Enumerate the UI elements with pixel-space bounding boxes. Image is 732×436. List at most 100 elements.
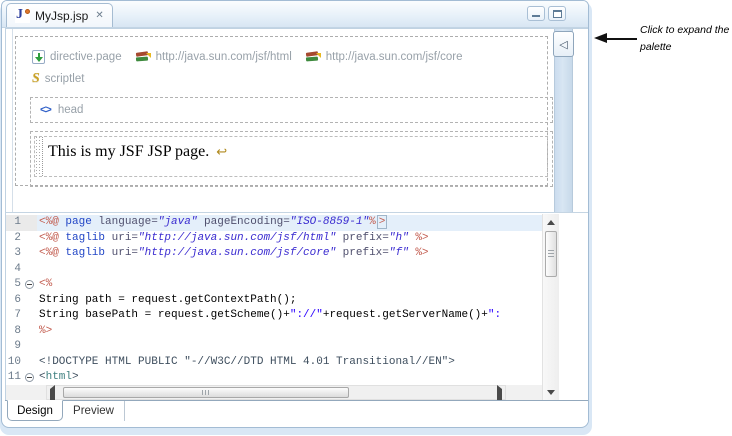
design-item-label: directive.page <box>50 51 122 63</box>
code-text[interactable]: <% <box>37 277 542 293</box>
close-icon[interactable]: ✕ <box>95 11 103 21</box>
fold-margin <box>21 339 37 355</box>
margin-indicator <box>35 137 43 176</box>
code-line[interactable]: 9 <box>6 339 542 355</box>
line-break-icon: ↩ <box>216 145 227 160</box>
line-gutter[interactable]: 8 <box>6 324 37 340</box>
code-line[interactable]: 1<%@ page language="java" pageEncoding="… <box>6 215 542 231</box>
scroll-up-button[interactable] <box>543 216 559 228</box>
line-number: 8 <box>6 324 21 340</box>
code-text[interactable] <box>37 262 542 278</box>
source-pane: 1<%@ page language="java" pageEncoding="… <box>6 214 588 401</box>
scroll-down-button[interactable] <box>543 386 559 398</box>
code-text[interactable]: <%@ page language="java" pageEncoding="I… <box>37 215 542 231</box>
minimize-button[interactable] <box>527 6 545 21</box>
screenshot-stage: J MyJsp.jsp ✕ directive.page http://java.… <box>0 0 732 436</box>
head-label: head <box>58 104 84 116</box>
source-editor[interactable]: 1<%@ page language="java" pageEncoding="… <box>6 215 542 386</box>
taglib-icon <box>136 50 151 64</box>
code-text[interactable] <box>37 339 542 355</box>
code-text[interactable]: String path = request.getContextPath(); <box>37 293 542 309</box>
fold-margin <box>21 231 37 247</box>
scrollbar-corner-left <box>6 385 46 400</box>
annotation-line-1: Click to expand the <box>640 22 729 39</box>
horizontal-scrollbar-thumb[interactable] <box>63 387 349 398</box>
code-line[interactable]: 5 <% <box>6 277 542 293</box>
code-line[interactable]: 6 String path = request.getContextPath(); <box>6 293 542 309</box>
code-text[interactable]: %> <box>37 324 542 340</box>
design-head-element[interactable]: <> head <box>30 97 553 123</box>
page-tab-bar: DesignPreview <box>5 400 589 423</box>
design-item-label: http://java.sun.com/jsf/html <box>156 51 292 63</box>
vertical-scrollbar-thumb[interactable] <box>545 231 557 277</box>
page-tab-preview[interactable]: Preview <box>63 401 125 421</box>
code-line[interactable]: 10<!DOCTYPE HTML PUBLIC "-//W3C//DTD HTM… <box>6 355 542 371</box>
design-item-label: scriptlet <box>45 73 85 85</box>
page-directive-icon <box>32 50 45 64</box>
design-item-scriptlet[interactable]: Sscriptlet <box>32 72 84 86</box>
line-gutter[interactable]: 3 <box>6 246 37 262</box>
vertical-scrollbar[interactable] <box>542 214 559 400</box>
fold-margin <box>21 355 37 371</box>
line-gutter[interactable]: 2 <box>6 231 37 247</box>
line-gutter[interactable]: 6 <box>6 293 37 309</box>
fold-margin <box>21 293 37 309</box>
line-gutter[interactable]: 5 <box>6 277 37 293</box>
design-item-http-java-sun-com-jsf-core[interactable]: http://java.sun.com/jsf/core <box>306 50 463 64</box>
code-line[interactable]: 2<%@ taglib uri="http://java.sun.com/jsf… <box>6 231 542 247</box>
body-text[interactable]: This is my JSF JSP page.↩ <box>48 143 227 161</box>
design-paragraph-outline[interactable]: This is my JSF JSP page.↩ <box>34 136 548 177</box>
fold-margin <box>21 262 37 278</box>
scriptlet-icon: S <box>32 72 40 86</box>
maximize-button[interactable] <box>548 6 566 21</box>
code-line[interactable]: 7 String basePath = request.getScheme()+"… <box>6 308 542 324</box>
left-arrow-icon <box>50 385 55 401</box>
chevron-left-icon: ◁ <box>559 38 567 51</box>
design-page-outline[interactable]: directive.page http://java.sun.com/jsf/ht… <box>15 36 548 186</box>
design-directives-row: directive.page http://java.sun.com/jsf/ht… <box>32 49 463 64</box>
fold-margin <box>21 246 37 262</box>
line-gutter[interactable]: 10 <box>6 355 37 371</box>
line-gutter[interactable]: 9 <box>6 339 37 355</box>
design-pane[interactable]: directive.page http://java.sun.com/jsf/ht… <box>6 29 588 212</box>
editor-window: J MyJsp.jsp ✕ directive.page http://java.… <box>1 0 589 428</box>
fold-margin <box>21 324 37 340</box>
code-text[interactable]: String basePath = request.getScheme()+":… <box>37 308 542 324</box>
line-number: 5 <box>6 277 21 293</box>
editor-tab-bar: J MyJsp.jsp ✕ <box>2 1 588 28</box>
line-gutter[interactable]: 4 <box>6 262 37 278</box>
code-text[interactable]: <%@ taglib uri="http://java.sun.com/jsf/… <box>37 231 542 247</box>
horizontal-scrollbar[interactable] <box>46 385 506 400</box>
code-line[interactable]: 11<html> <box>6 370 542 386</box>
code-text[interactable]: <html> <box>37 370 542 386</box>
fold-margin <box>21 308 37 324</box>
code-line[interactable]: 3<%@ taglib uri="http://java.sun.com/jsf… <box>6 246 542 262</box>
down-arrow-icon <box>547 390 555 395</box>
design-item-label: http://java.sun.com/jsf/core <box>326 51 463 63</box>
line-number: 6 <box>6 293 21 309</box>
code-line[interactable]: 4 <box>6 262 542 278</box>
design-item-http-java-sun-com-jsf-html[interactable]: http://java.sun.com/jsf/html <box>136 50 292 64</box>
scrollbar-corner-right <box>506 385 542 400</box>
line-gutter[interactable]: 11 <box>6 370 37 386</box>
code-line[interactable]: 8 %> <box>6 324 542 340</box>
code-text[interactable]: <%@ taglib uri="http://java.sun.com/jsf/… <box>37 246 542 262</box>
page-tab-design[interactable]: Design <box>7 400 63 421</box>
collapse-icon[interactable] <box>25 373 34 382</box>
up-arrow-icon <box>547 220 555 225</box>
tab-myjsp[interactable]: J MyJsp.jsp ✕ <box>6 3 113 27</box>
palette-expand-button[interactable]: ◁ <box>553 31 574 57</box>
line-gutter[interactable]: 1 <box>6 215 37 231</box>
editor-content: directive.page http://java.sun.com/jsf/ht… <box>5 28 589 402</box>
design-body-element[interactable]: This is my JSF JSP page.↩ <box>30 131 553 187</box>
line-number: 4 <box>6 262 21 278</box>
code-text[interactable]: <!DOCTYPE HTML PUBLIC "-//W3C//DTD HTML … <box>37 355 542 371</box>
collapse-icon[interactable] <box>25 280 34 289</box>
line-number: 9 <box>6 339 21 355</box>
right-arrow-icon <box>497 385 502 401</box>
tab-title: MyJsp.jsp <box>35 9 88 23</box>
line-number: 7 <box>6 308 21 324</box>
tag-brackets-icon: <> <box>40 104 51 116</box>
design-item-directive-page[interactable]: directive.page <box>32 50 122 64</box>
line-gutter[interactable]: 7 <box>6 308 37 324</box>
